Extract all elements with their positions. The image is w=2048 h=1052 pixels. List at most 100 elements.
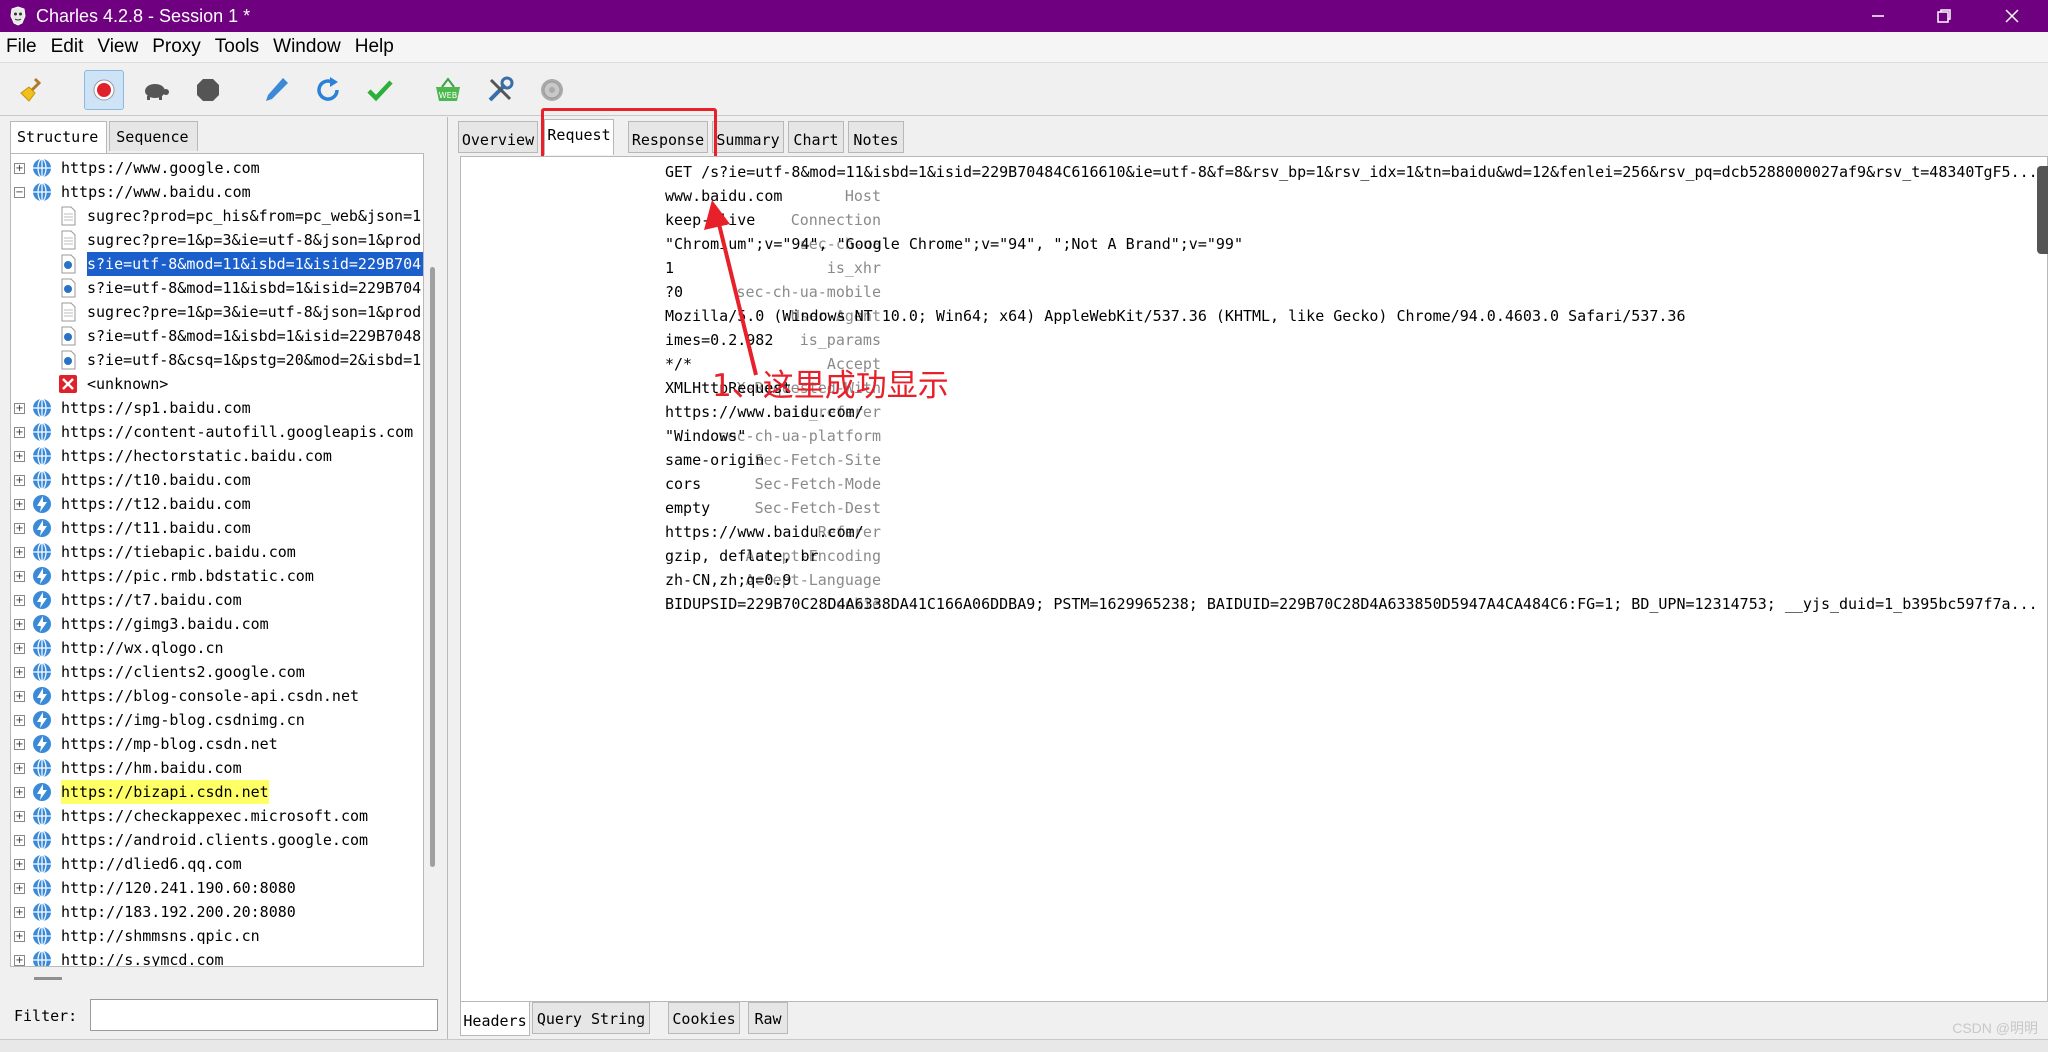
expand-icon[interactable]: + — [14, 859, 25, 870]
tree-row[interactable]: s?ie=utf-8&mod=11&isbd=1&isid=229B704 — [11, 276, 423, 300]
tree-row[interactable]: + http://dlied6.qq.com — [11, 852, 423, 876]
header-row[interactable]: Sec-Fetch-Dest empty — [461, 496, 2047, 520]
tree-row[interactable]: <unknown> — [11, 372, 423, 396]
expand-icon[interactable]: + — [14, 883, 25, 894]
tree-row[interactable]: + https://img-blog.csdnimg.cn — [11, 708, 423, 732]
tree-row[interactable]: sugrec?pre=1&p=3&ie=utf-8&json=1&prod — [11, 228, 423, 252]
menu-proxy[interactable]: Proxy — [152, 36, 201, 58]
tree-row[interactable]: sugrec?prod=pc_his&from=pc_web&json=1 — [11, 204, 423, 228]
header-row[interactable]: is_referer https://www.baidu.com/ — [461, 400, 2047, 424]
expand-icon[interactable]: + — [14, 571, 25, 582]
tree-row[interactable]: + http://183.192.200.20:8080 — [11, 900, 423, 924]
expand-icon[interactable]: + — [14, 475, 25, 486]
tree-row[interactable]: + http://shmmsns.qpic.cn — [11, 924, 423, 948]
tree-row[interactable]: + https://tiebapic.baidu.com — [11, 540, 423, 564]
shopping-basket-button[interactable]: WEB — [428, 70, 468, 110]
header-row[interactable]: Cookie BIDUPSID=229B70C28D4A6338DA41C166A… — [461, 592, 2047, 616]
tree-scroll-thumb[interactable] — [430, 267, 435, 867]
tree-row[interactable]: + https://t7.baidu.com — [11, 588, 423, 612]
tree-row[interactable]: + https://sp1.baidu.com — [11, 396, 423, 420]
throttle-button[interactable] — [136, 70, 176, 110]
tab-sequence[interactable]: Sequence — [109, 121, 198, 151]
expand-icon[interactable]: + — [14, 643, 25, 654]
menu-tools[interactable]: Tools — [215, 36, 259, 58]
close-button[interactable] — [1980, 0, 2044, 32]
expand-icon[interactable]: + — [14, 499, 25, 510]
menu-help[interactable]: Help — [355, 36, 394, 58]
expand-icon[interactable]: + — [14, 715, 25, 726]
filter-input[interactable] — [90, 999, 438, 1031]
tree-row[interactable]: + https://gimg3.baidu.com — [11, 612, 423, 636]
tree-row[interactable]: + https://android.clients.google.com — [11, 828, 423, 852]
tree-row[interactable]: + http://s.symcd.com — [11, 948, 423, 966]
expand-icon[interactable]: + — [14, 739, 25, 750]
tree-row[interactable]: + https://www.google.com — [11, 156, 423, 180]
header-row[interactable]: GET /s?ie=utf-8&mod=11&isbd=1&isid=229B7… — [461, 160, 2047, 184]
expand-icon[interactable]: + — [14, 763, 25, 774]
header-row[interactable]: Sec-Fetch-Mode cors — [461, 472, 2047, 496]
tree-hscroll-thumb[interactable] — [34, 977, 62, 980]
tab-raw[interactable]: Raw — [748, 1002, 788, 1034]
tools-button[interactable] — [480, 70, 520, 110]
tree-row[interactable]: + https://blog-console-api.csdn.net — [11, 684, 423, 708]
tab-summary[interactable]: Summary — [712, 121, 784, 153]
expand-icon[interactable]: + — [14, 619, 25, 630]
tree-row[interactable]: s?ie=utf-8&csq=1&pstg=20&mod=2&isbd=1 — [11, 348, 423, 372]
header-row[interactable]: Referer https://www.baidu.com/ — [461, 520, 2047, 544]
tree-row[interactable]: s?ie=utf-8&mod=1&isbd=1&isid=229B7048 — [11, 324, 423, 348]
breakpoints-button[interactable] — [188, 70, 228, 110]
tab-notes[interactable]: Notes — [848, 121, 904, 153]
expand-icon[interactable]: + — [14, 835, 25, 846]
tab-chart[interactable]: Chart — [788, 121, 844, 153]
menu-view[interactable]: View — [97, 36, 138, 58]
expand-icon[interactable]: + — [14, 931, 25, 942]
collapse-icon[interactable]: − — [14, 187, 25, 198]
tree-row[interactable]: + https://mp-blog.csdn.net — [11, 732, 423, 756]
tree-row[interactable]: + https://content-autofill.googleapis.com — [11, 420, 423, 444]
header-row[interactable]: sec-ch-ua-platform "Windows" — [461, 424, 2047, 448]
tree-row[interactable]: + https://t11.baidu.com — [11, 516, 423, 540]
tab-structure[interactable]: Structure — [10, 121, 108, 153]
minimize-button[interactable] — [1846, 0, 1910, 32]
tab-headers[interactable]: Headers — [460, 1002, 530, 1036]
compose-button[interactable] — [256, 70, 296, 110]
settings-button[interactable] — [532, 70, 572, 110]
menu-file[interactable]: File — [6, 36, 37, 58]
record-button[interactable] — [84, 70, 124, 110]
expand-icon[interactable]: + — [14, 691, 25, 702]
tree-row[interactable]: sugrec?pre=1&p=3&ie=utf-8&json=1&prod — [11, 300, 423, 324]
tree-row[interactable]: + https://pic.rmb.bdstatic.com — [11, 564, 423, 588]
tab-query-string[interactable]: Query String — [532, 1002, 650, 1034]
expand-icon[interactable]: + — [14, 667, 25, 678]
validate-button[interactable] — [360, 70, 400, 110]
expand-icon[interactable]: + — [14, 811, 25, 822]
tab-cookies[interactable]: Cookies — [668, 1002, 740, 1034]
header-row[interactable]: Sec-Fetch-Site same-origin — [461, 448, 2047, 472]
expand-icon[interactable]: + — [14, 427, 25, 438]
tree-row[interactable]: + https://t12.baidu.com — [11, 492, 423, 516]
menu-edit[interactable]: Edit — [51, 36, 84, 58]
tree-row[interactable]: + http://120.241.190.60:8080 — [11, 876, 423, 900]
detail-scroll-thumb[interactable] — [2037, 166, 2048, 254]
expand-icon[interactable]: + — [14, 547, 25, 558]
clear-session-button[interactable] — [12, 70, 52, 110]
expand-icon[interactable]: + — [14, 955, 25, 966]
header-row[interactable]: Accept-Language zh-CN,zh;q=0.9 — [461, 568, 2047, 592]
tree-row[interactable]: + https://bizapi.csdn.net — [11, 780, 423, 804]
tab-overview[interactable]: Overview — [458, 121, 538, 153]
tree-row[interactable]: s?ie=utf-8&mod=11&isbd=1&isid=229B704 — [11, 252, 423, 276]
menu-window[interactable]: Window — [273, 36, 341, 58]
expand-icon[interactable]: + — [14, 451, 25, 462]
expand-icon[interactable]: + — [14, 403, 25, 414]
expand-icon[interactable]: + — [14, 787, 25, 798]
expand-icon[interactable]: + — [14, 595, 25, 606]
tree-row[interactable]: + https://hm.baidu.com — [11, 756, 423, 780]
tree-row[interactable]: + https://clients2.google.com — [11, 660, 423, 684]
tree-row[interactable]: + https://t10.baidu.com — [11, 468, 423, 492]
expand-icon[interactable]: + — [14, 163, 25, 174]
expand-icon[interactable]: + — [14, 523, 25, 534]
tree-row[interactable]: + https://checkappexec.microsoft.com — [11, 804, 423, 828]
header-row[interactable]: Accept-Encoding gzip, deflate, br — [461, 544, 2047, 568]
tree-row[interactable]: + http://wx.qlogo.cn — [11, 636, 423, 660]
restore-button[interactable] — [1912, 0, 1976, 32]
